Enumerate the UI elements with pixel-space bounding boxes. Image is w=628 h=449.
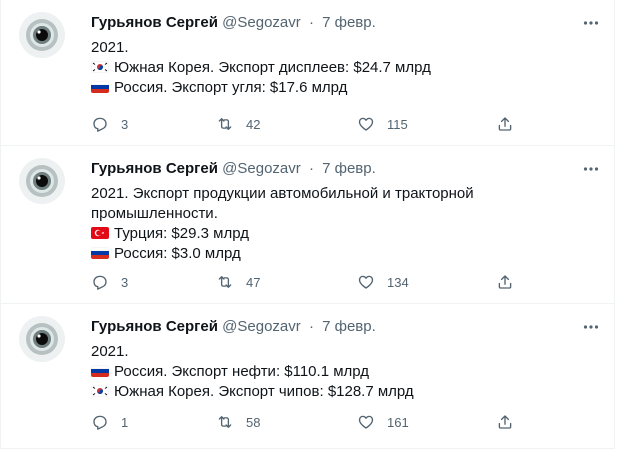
- author-handle[interactable]: @Segozavr: [222, 318, 301, 335]
- tweet-date[interactable]: 7 февр.: [322, 160, 376, 177]
- share-button[interactable]: [496, 114, 514, 134]
- more-icon[interactable]: [582, 160, 600, 178]
- like-count: 115: [387, 116, 408, 132]
- reply-count: 1: [121, 414, 129, 430]
- author-name[interactable]: Гурьянов Сергей: [91, 318, 218, 335]
- tweet-line: 2021. Экспорт продукции автомобильной и …: [91, 184, 591, 204]
- share-icon: [498, 117, 512, 131]
- retweet-count: 42: [246, 116, 261, 132]
- retweet-icon: [218, 416, 232, 428]
- heart-icon: [358, 275, 374, 289]
- tweet-date[interactable]: 7 февр.: [322, 14, 376, 31]
- south-korea-flag-icon: [91, 61, 109, 73]
- tweet-date[interactable]: 7 февр.: [322, 318, 376, 335]
- tweet-line: 2021.: [91, 38, 591, 58]
- share-icon: [498, 415, 512, 429]
- tweet-line: промышленности.: [91, 204, 591, 224]
- turkey-flag-icon: [91, 227, 109, 239]
- like-button[interactable]: 134: [357, 272, 409, 292]
- tweet-line: 2021.: [91, 342, 591, 362]
- retweet-count: 47: [246, 274, 261, 290]
- separator: ·: [308, 318, 314, 335]
- russia-flag-icon: [91, 247, 109, 259]
- tweet[interactable]: Гурьянов Сергей @Segozavr · 7 февр. 2021…: [1, 146, 614, 304]
- more-icon[interactable]: [582, 318, 600, 336]
- author-handle[interactable]: @Segozavr: [222, 160, 301, 177]
- tweet-line-text: Россия. Экспорт угля: $17.6 млрд: [114, 79, 348, 96]
- share-icon: [498, 275, 512, 289]
- author-name[interactable]: Гурьянов Сергей: [91, 14, 218, 31]
- timeline: Гурьянов Сергей @Segozavr · 7 февр. 2021…: [0, 0, 615, 449]
- author-name[interactable]: Гурьянов Сергей: [91, 160, 218, 177]
- tweet-line: Россия. Экспорт нефти: $110.1 млрд: [91, 362, 591, 382]
- tweet-line: Южная Корея. Экспорт чипов: $128.7 млрд: [91, 382, 591, 402]
- retweet-icon: [218, 118, 232, 130]
- tweet-line: Россия: $3.0 млрд: [91, 244, 591, 264]
- tweet-header: Гурьянов Сергей @Segozavr · 7 февр.: [91, 14, 376, 32]
- eye-avatar-icon: [19, 316, 65, 362]
- tweet-line-text: 2021.: [91, 39, 129, 56]
- retweet-button[interactable]: 58: [216, 412, 260, 432]
- russia-flag-icon: [91, 81, 109, 93]
- heart-icon: [358, 415, 374, 429]
- author-handle[interactable]: @Segozavr: [222, 14, 301, 31]
- avatar[interactable]: [19, 12, 65, 58]
- russia-flag-icon: [91, 365, 109, 377]
- more-icon[interactable]: [582, 14, 600, 32]
- separator: ·: [308, 160, 314, 177]
- tweet-header: Гурьянов Сергей @Segozavr · 7 февр.: [91, 160, 376, 178]
- reply-button[interactable]: 3: [91, 272, 128, 292]
- eye-avatar-icon: [19, 158, 65, 204]
- tweet-line-text: Южная Корея. Экспорт чипов: $128.7 млрд: [114, 383, 414, 400]
- tweet-line: Турция: $29.3 млрд: [91, 224, 591, 244]
- tweet-line-text: 2021. Экспорт продукции автомобильной и …: [91, 185, 474, 202]
- retweet-icon: [218, 276, 232, 288]
- tweet-line-text: Россия: $3.0 млрд: [114, 245, 241, 262]
- tweet-line-text: 2021.: [91, 343, 129, 360]
- tweet-text: 2021. Россия. Экспорт нефти: $110.1 млрд…: [91, 342, 591, 402]
- like-button[interactable]: 161: [357, 412, 409, 432]
- tweet-text: 2021. Экспорт продукции автомобильной и …: [91, 184, 591, 264]
- reply-count: 3: [121, 116, 129, 132]
- like-count: 134: [387, 274, 409, 290]
- like-count: 161: [387, 414, 409, 430]
- avatar[interactable]: [19, 316, 65, 362]
- tweet[interactable]: Гурьянов Сергей @Segozavr · 7 февр. 2021…: [1, 0, 614, 146]
- share-button[interactable]: [496, 272, 514, 292]
- tweet-actions: 1 58 161: [91, 412, 521, 432]
- tweet-text: 2021. Южная Корея. Экспорт дисплеев: $24…: [91, 38, 591, 98]
- tweet[interactable]: Гурьянов Сергей @Segozavr · 7 февр. 2021…: [1, 304, 614, 449]
- south-korea-flag-icon: [91, 385, 109, 397]
- tweet-header: Гурьянов Сергей @Segozavr · 7 февр.: [91, 318, 376, 336]
- tweet-actions: 3 47 134: [91, 272, 521, 292]
- reply-button[interactable]: 3: [91, 114, 128, 134]
- tweet-line-text: Турция: $29.3 млрд: [114, 225, 249, 242]
- tweet-line: Южная Корея. Экспорт дисплеев: $24.7 млр…: [91, 58, 591, 78]
- retweet-count: 58: [246, 414, 261, 430]
- retweet-button[interactable]: 42: [216, 114, 260, 134]
- tweet-line-text: Южная Корея. Экспорт дисплеев: $24.7 млр…: [114, 59, 431, 76]
- separator: ·: [308, 14, 314, 31]
- reply-icon: [93, 117, 107, 132]
- avatar[interactable]: [19, 158, 65, 204]
- reply-count: 3: [121, 274, 129, 290]
- tweet-line-text: Россия. Экспорт нефти: $110.1 млрд: [114, 363, 370, 380]
- heart-icon: [358, 117, 374, 131]
- eye-avatar-icon: [19, 12, 65, 58]
- share-button[interactable]: [496, 412, 514, 432]
- like-button[interactable]: 115: [357, 114, 408, 134]
- tweet-actions: 3 42 115: [91, 114, 521, 134]
- reply-button[interactable]: 1: [91, 412, 128, 432]
- tweet-line: Россия. Экспорт угля: $17.6 млрд: [91, 78, 591, 98]
- reply-icon: [93, 415, 107, 430]
- tweet-line-text: промышленности.: [91, 205, 218, 222]
- retweet-button[interactable]: 47: [216, 272, 260, 292]
- reply-icon: [93, 275, 107, 290]
